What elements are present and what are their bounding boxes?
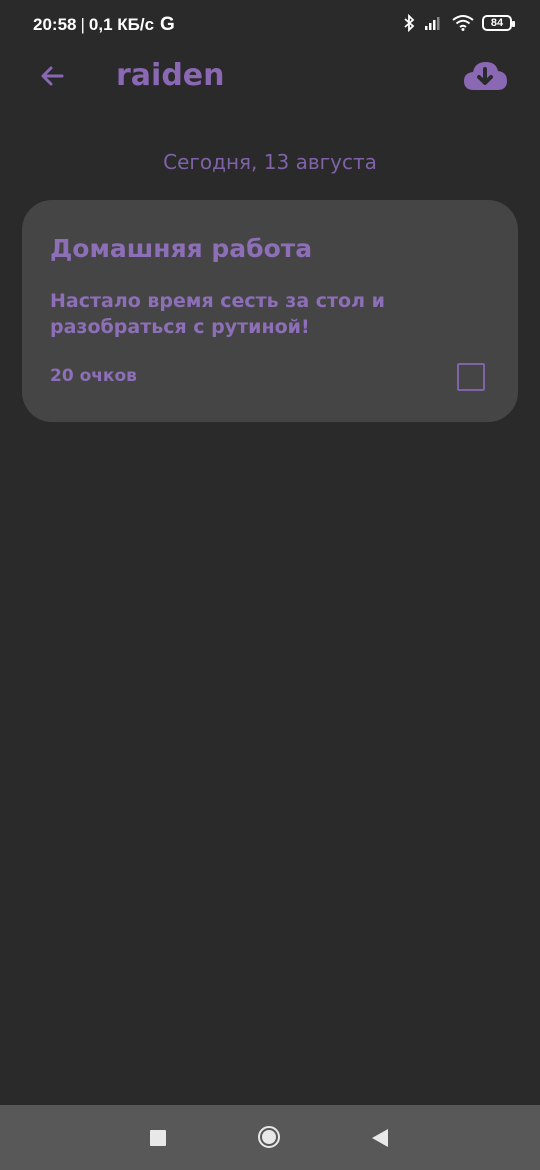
arrow-left-icon — [41, 66, 64, 86]
recents-icon[interactable] — [150, 1130, 166, 1146]
status-separator: | — [80, 15, 85, 34]
navigation-bar — [0, 1105, 540, 1170]
app-title: raiden — [116, 58, 225, 93]
home-icon[interactable] — [258, 1126, 280, 1148]
back-icon[interactable] — [372, 1129, 388, 1147]
status-time: 20:58 — [33, 15, 77, 34]
signal-icon — [425, 17, 440, 30]
status-bar: 20:58 | 0,1 КБ/с G 84 — [0, 0, 540, 48]
battery-icon: 84 — [482, 15, 515, 31]
wifi-icon — [452, 15, 474, 31]
task-description: Настало время сесть за стол и разобратьс… — [50, 290, 385, 338]
task-card[interactable]: Домашняя работа Настало время сесть за с… — [22, 200, 518, 422]
task-checkbox[interactable] — [457, 363, 485, 391]
status-left: 20:58 | 0,1 КБ/с G — [33, 14, 175, 36]
task-title: Домашняя работа — [50, 234, 313, 263]
battery-level: 84 — [490, 17, 504, 29]
status-right: 84 — [402, 14, 515, 32]
google-icon: G — [160, 14, 175, 35]
app-bar: raiden — [0, 48, 540, 108]
cloud-download-icon — [464, 62, 507, 90]
task-points: 20 очков — [50, 366, 137, 386]
network-speed: 0,1 КБ/с — [88, 15, 155, 34]
back-button[interactable] — [36, 60, 72, 96]
date-label: Сегодня, 13 августа — [163, 150, 377, 174]
bluetooth-icon — [404, 14, 415, 32]
cloud-download-button[interactable] — [462, 58, 508, 94]
